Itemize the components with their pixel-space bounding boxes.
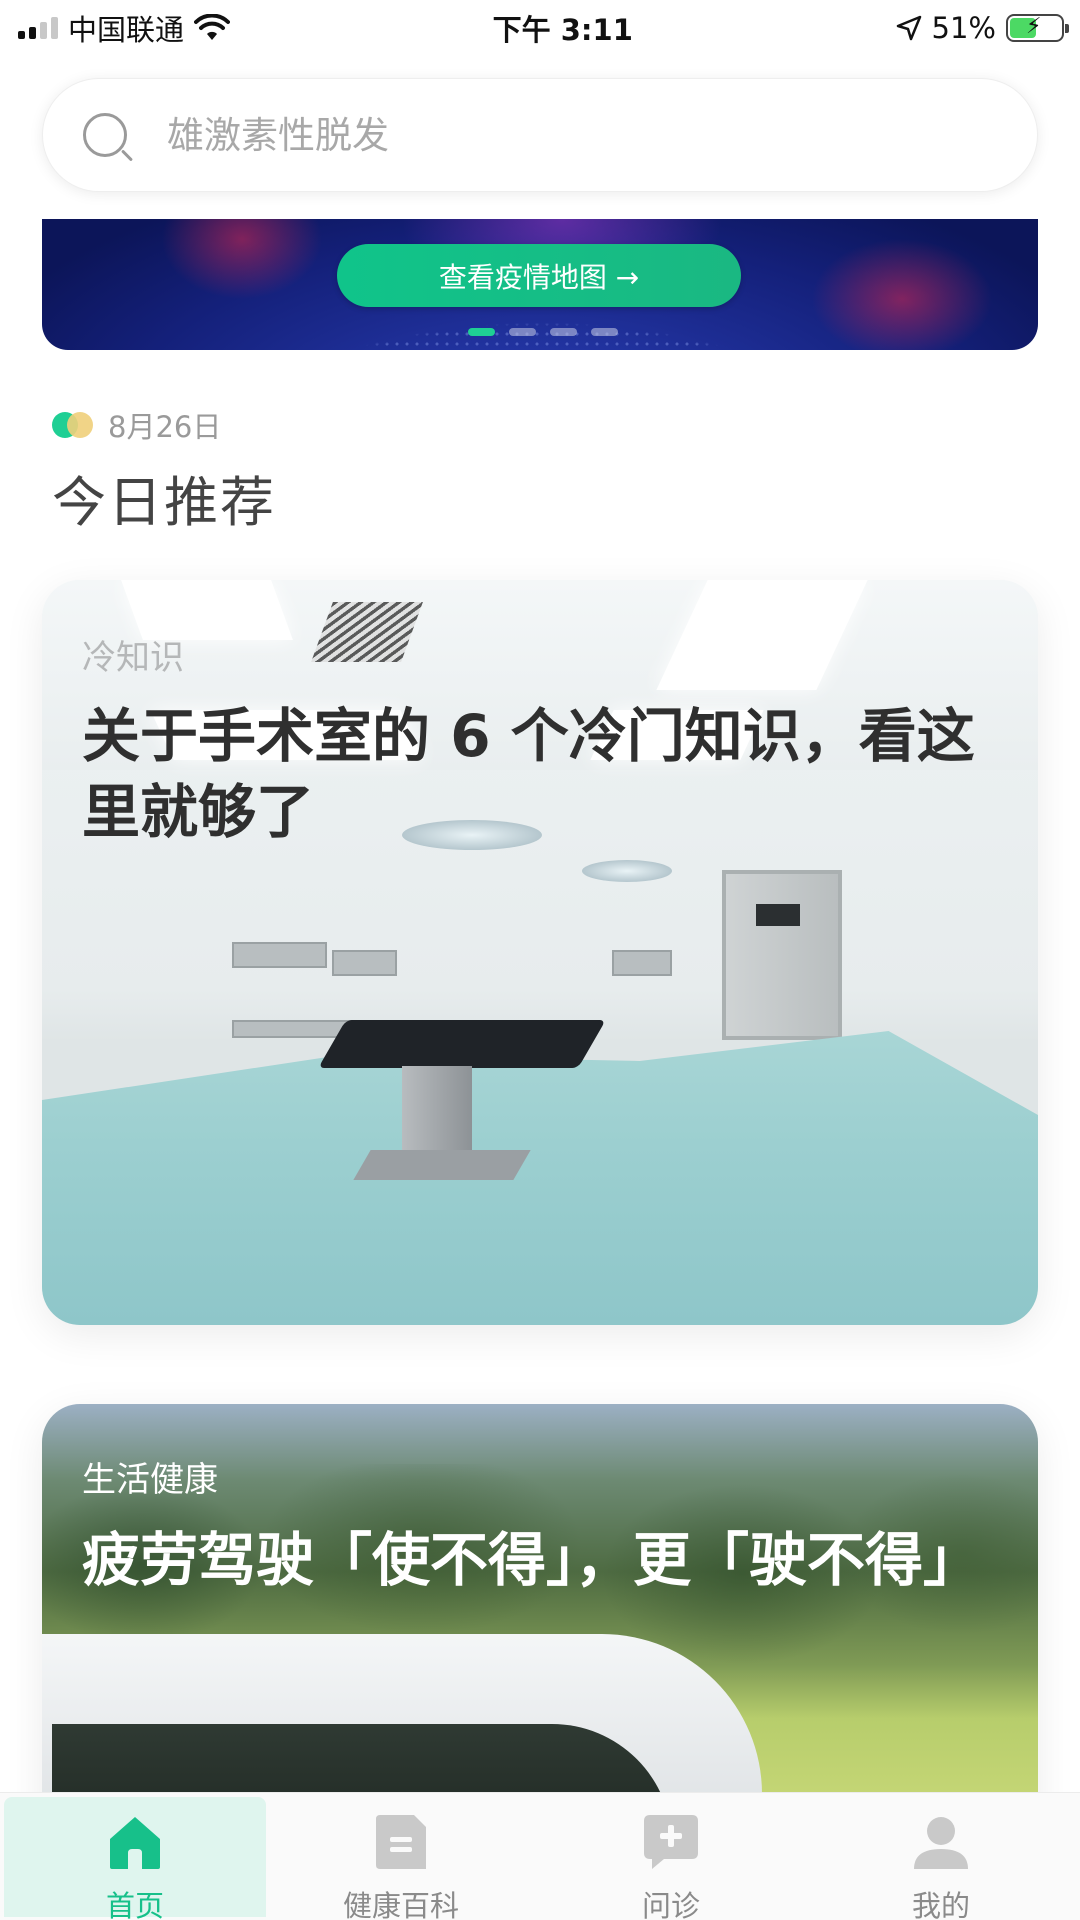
battery-percent: 51%: [931, 11, 996, 45]
tab-label: 健康百科: [342, 1889, 459, 1920]
article-card[interactable]: 冷知识 关于手术室的 6 个冷门知识，看这里就够了: [42, 580, 1038, 1325]
book-icon: [370, 1811, 432, 1873]
tab-label: 我的: [911, 1889, 970, 1920]
date-dots-icon: [52, 411, 98, 439]
article-card[interactable]: 生活健康 疲劳驾驶「使不得」，更「驶不得」: [42, 1404, 1038, 1824]
recommend-date-row: 8月26日: [52, 404, 221, 446]
search-icon: [83, 113, 127, 157]
status-bar: 中国联通 下午 3:11 51% ⚡: [0, 0, 1080, 56]
battery-icon: ⚡: [1006, 14, 1069, 42]
status-left: 中国联通: [18, 7, 231, 49]
card-title: 疲劳驾驶「使不得」，更「驶不得」: [82, 1526, 982, 1594]
search-input[interactable]: [167, 113, 927, 157]
card-title: 关于手术室的 6 个冷门知识，看这里就够了: [82, 702, 975, 846]
tab-consultation[interactable]: 问诊: [536, 1793, 806, 1920]
bottom-tab-bar: 首页 健康百科 问诊 我的: [0, 1792, 1080, 1920]
banner-dot: [468, 328, 495, 336]
chat-plus-icon: [640, 1811, 702, 1873]
banner-page-indicator: [468, 328, 618, 336]
operating-room-image: [42, 580, 1038, 1325]
card-category: 冷知识: [82, 638, 184, 678]
tab-me[interactable]: 我的: [806, 1793, 1076, 1920]
app-screen: 中国联通 下午 3:11 51% ⚡ 查看疫情地图 →: [0, 0, 1080, 1920]
tab-label: 首页: [105, 1889, 164, 1920]
banner-dot: [591, 328, 618, 336]
status-right: 51% ⚡: [896, 11, 1069, 45]
signal-icon: [18, 17, 58, 39]
search-bar[interactable]: [42, 78, 1038, 192]
wifi-icon: [194, 14, 231, 40]
tab-label: 问诊: [641, 1889, 700, 1920]
tab-home[interactable]: 首页: [4, 1797, 266, 1920]
banner-dot: [509, 328, 536, 336]
location-arrow-icon: [896, 15, 921, 41]
card-category: 生活健康: [82, 1460, 218, 1500]
recommend-date: 8月26日: [108, 410, 222, 444]
tab-health-encyclopedia[interactable]: 健康百科: [266, 1793, 536, 1920]
person-icon: [910, 1811, 972, 1873]
view-epidemic-map-button[interactable]: 查看疫情地图 →: [337, 244, 741, 307]
banner-dot: [550, 328, 577, 336]
status-time: 下午 3:11: [492, 13, 633, 47]
epidemic-banner[interactable]: 查看疫情地图 →: [42, 219, 1038, 350]
home-icon: [104, 1811, 166, 1873]
recommend-title: 今日推荐: [52, 471, 276, 534]
carrier-label: 中国联通: [68, 13, 185, 47]
